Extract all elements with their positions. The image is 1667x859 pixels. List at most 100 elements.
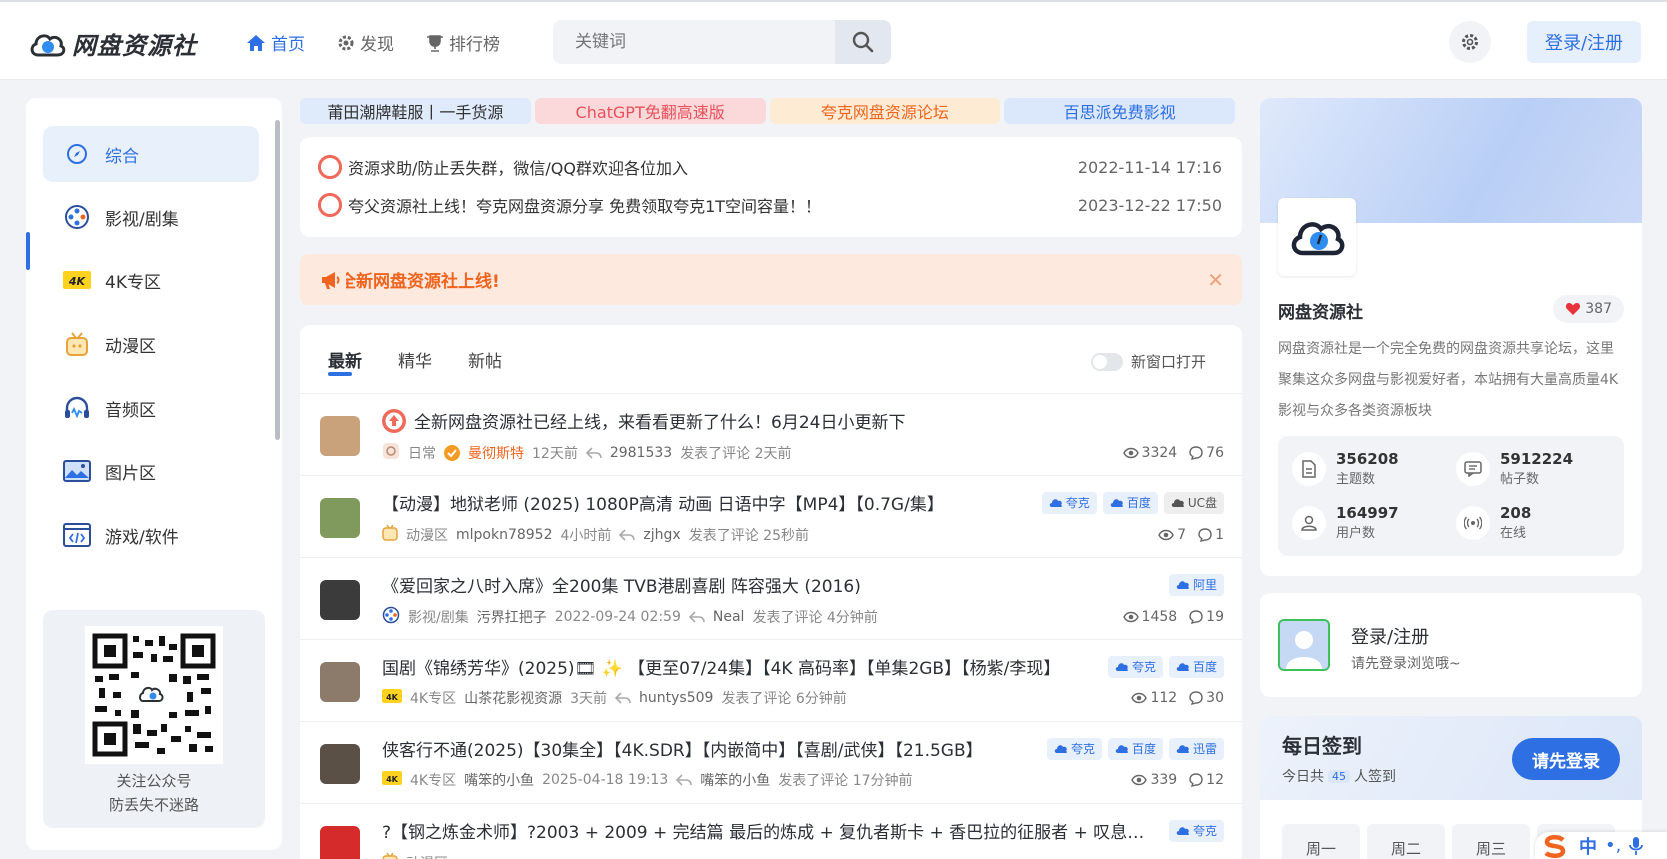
tab-featured[interactable]: 精华 — [398, 347, 432, 372]
post-title-text[interactable]: ?【钢之炼金术师】?2003 + 2009 + 完结篇 最后的炼成 + 复仇者斯… — [382, 818, 1159, 843]
netdisk-tag[interactable]: 夸克 — [1041, 491, 1097, 514]
settings-button[interactable] — [1449, 21, 1491, 63]
signin-login-button[interactable]: 请先登录 — [1512, 738, 1620, 780]
verified-badge-icon — [444, 445, 460, 461]
post-row[interactable]: 全新网盘资源社已经上线，来看看更新了什么！6月24日小更新下日常 曼彻斯特 12天前… — [300, 394, 1242, 476]
ad-link[interactable]: ChatGPT免翻高速版 — [534, 98, 766, 124]
post-title[interactable]: 国剧《锦绣芳华》(2025)🎞 ✨ 【更至07/24集】【4K 高码率】【单集2… — [382, 654, 1224, 679]
post-thumbnail[interactable] — [320, 416, 360, 456]
post-title[interactable]: 《爱回家之八时入席》全200集 TVB港剧喜剧 阵容强大 (2016) 阿里 — [382, 572, 1224, 597]
login-card[interactable]: 登录/注册 请先登录浏览哦~ — [1260, 593, 1642, 697]
comment-icon — [1198, 528, 1212, 542]
search-input[interactable] — [553, 20, 835, 64]
tab-latest[interactable]: 最新 — [328, 347, 362, 376]
post-category[interactable]: 动漫区 — [406, 853, 448, 859]
post-thumbnail[interactable] — [320, 498, 360, 538]
film-reel-icon — [382, 606, 400, 624]
post-author[interactable]: 山茶花影视资源 — [464, 688, 562, 708]
post-title[interactable]: 【动漫】地狱老师 (2025) 1080P高清 动画 日语中字【MP4】【0.7… — [382, 490, 1224, 515]
sidebar-item-anime[interactable]: 动漫区 — [43, 316, 259, 372]
post-title-text[interactable]: 全新网盘资源社已经上线，来看看更新了什么！6月24日小更新下 — [414, 408, 905, 433]
netdisk-tag[interactable]: 迅雷 — [1168, 737, 1224, 760]
post-author[interactable]: 污界扛把子 — [477, 607, 547, 627]
like-badge[interactable]: 387 — [1553, 295, 1624, 323]
netdisk-tag[interactable]: 夸克 — [1168, 819, 1224, 842]
post-row[interactable]: ?【钢之炼金术师】?2003 + 2009 + 完结篇 最后的炼成 + 复仇者斯… — [300, 804, 1242, 859]
sidebar-item-games[interactable]: 游戏/软件 — [43, 507, 259, 563]
reply-info: 发表了评论 6分钟前 — [721, 691, 847, 707]
post-category[interactable]: 4K专区 — [410, 770, 456, 790]
input-method-widget[interactable]: 中 •, — [1535, 832, 1667, 859]
stat-label: 帖子数 — [1500, 472, 1540, 487]
close-icon[interactable]: ✕ — [1207, 268, 1224, 292]
nav-home[interactable]: 首页 — [246, 30, 305, 55]
last-replier[interactable]: 2981533 — [610, 445, 672, 461]
netdisk-tag[interactable]: UC盘 — [1163, 491, 1224, 514]
ime-punct-icon: •, — [1605, 835, 1622, 856]
post-row[interactable]: 《爱回家之八时入席》全200集 TVB港剧喜剧 阵容强大 (2016) 阿里影视/… — [300, 558, 1242, 640]
sidebar-item-movies[interactable]: 影视/剧集 — [43, 189, 259, 245]
login-title[interactable]: 登录/注册 — [1351, 623, 1429, 649]
post-thumbnail[interactable] — [320, 662, 360, 702]
tv-icon — [382, 524, 398, 541]
document-icon — [1292, 451, 1326, 486]
ad-link[interactable]: 夸克网盘资源论坛 — [769, 98, 1001, 124]
login-register-button[interactable]: 登录/注册 — [1527, 21, 1641, 63]
toggle-switch[interactable] — [1090, 352, 1123, 371]
stat-users: 164997 用户数 — [1292, 504, 1399, 541]
nav-ranking[interactable]: 排行榜 — [426, 30, 500, 55]
post-category[interactable]: 4K专区 — [410, 688, 456, 708]
site-logo[interactable]: 网盘资源社 — [28, 26, 197, 61]
post-thumbnail[interactable] — [320, 744, 360, 784]
trophy-icon — [427, 34, 443, 52]
ad-link[interactable]: 莆田潮牌鞋服丨一手货源 — [300, 98, 531, 124]
comment-count: 76 — [1206, 445, 1224, 461]
tab-new[interactable]: 新帖 — [468, 347, 502, 372]
sidebar-item-images[interactable]: 图片区 — [43, 443, 259, 499]
post-author[interactable]: mlpokn78952 — [456, 527, 553, 543]
post-title-text[interactable]: 国剧《锦绣芳华》(2025)🎞 ✨ 【更至07/24集】【4K 高码率】【单集2… — [382, 654, 1060, 679]
post-title-text[interactable]: 《爱回家之八时入席》全200集 TVB港剧喜剧 阵容强大 (2016) — [382, 572, 861, 597]
sidebar-item-audio[interactable]: 音频区 — [43, 380, 259, 436]
ad-link[interactable]: 百思派免费影视 — [1004, 98, 1235, 124]
post-author[interactable]: 曼彻斯特 — [468, 443, 524, 463]
post-tags: 阿里 — [1159, 573, 1224, 596]
post-thumbnail[interactable] — [320, 826, 360, 859]
sidebar-item-all[interactable]: 综合 — [43, 126, 259, 182]
post-row[interactable]: 侠客行不通(2025)【30集全】【4K.SDR】【内嵌简中】【喜剧/武侠】【2… — [300, 722, 1242, 804]
post-title-text[interactable]: 【动漫】地狱老师 (2025) 1080P高清 动画 日语中字【MP4】【0.7… — [382, 490, 944, 515]
last-replier[interactable]: huntys509 — [639, 690, 713, 706]
post-category[interactable]: 日常 — [408, 443, 436, 463]
post-stats: 112 30 — [1131, 690, 1224, 706]
post-thumbnail[interactable] — [320, 580, 360, 620]
post-author[interactable]: 嘴笨的小鱼 — [464, 770, 534, 790]
netdisk-tag[interactable]: 百度 — [1102, 491, 1158, 514]
post-stats: 1458 19 — [1122, 609, 1224, 625]
netdisk-tag[interactable]: 夸克 — [1046, 737, 1102, 760]
search-button[interactable] — [835, 20, 891, 64]
tv-icon — [382, 852, 398, 859]
netdisk-tag[interactable]: 夸克 — [1107, 655, 1163, 678]
notice-card: 资源求助/防止丢失群，微信/QQ群欢迎各位加入 2022-11-14 17:16… — [300, 137, 1242, 237]
post-title-text[interactable]: 侠客行不通(2025)【30集全】【4K.SDR】【内嵌简中】【喜剧/武侠】【2… — [382, 736, 983, 761]
notice-item[interactable]: 夸父资源社上线！夸克网盘资源分享 免费领取夸克1T空间容量！！ 2023-12-… — [318, 193, 1222, 217]
netdisk-tag[interactable]: 百度 — [1168, 655, 1224, 678]
post-row[interactable]: 国剧《锦绣芳华》(2025)🎞 ✨ 【更至07/24集】【4K 高码率】【单集2… — [300, 640, 1242, 722]
sidebar-scrollbar[interactable] — [275, 120, 280, 440]
netdisk-tag[interactable]: 百度 — [1107, 737, 1163, 760]
post-title[interactable]: 全新网盘资源社已经上线，来看看更新了什么！6月24日小更新下 — [382, 408, 1224, 433]
post-row[interactable]: 【动漫】地狱老师 (2025) 1080P高清 动画 日语中字【MP4】【0.7… — [300, 476, 1242, 558]
notice-item[interactable]: 资源求助/防止丢失群，微信/QQ群欢迎各位加入 2022-11-14 17:16 — [318, 155, 1222, 179]
nav-discover[interactable]: 发现 — [337, 30, 394, 55]
last-replier[interactable]: 嘴笨的小鱼 — [700, 770, 770, 790]
post-title[interactable]: ?【钢之炼金术师】?2003 + 2009 + 完结篇 最后的炼成 + 复仇者斯… — [382, 818, 1224, 843]
post-category[interactable]: 动漫区 — [406, 525, 448, 545]
post-title[interactable]: 侠客行不通(2025)【30集全】【4K.SDR】【内嵌简中】【喜剧/武侠】【2… — [382, 736, 1224, 761]
last-replier[interactable]: zjhgx — [643, 527, 680, 543]
netdisk-tag[interactable]: 阿里 — [1168, 573, 1224, 596]
last-replier[interactable]: Neal — [713, 609, 745, 625]
sidebar-item-4k[interactable]: 4K 4K专区 — [43, 252, 259, 308]
new-window-toggle[interactable]: 新窗口打开 — [1090, 351, 1206, 372]
post-category[interactable]: 影视/剧集 — [408, 607, 469, 627]
post-time: 12天前 — [532, 446, 578, 462]
